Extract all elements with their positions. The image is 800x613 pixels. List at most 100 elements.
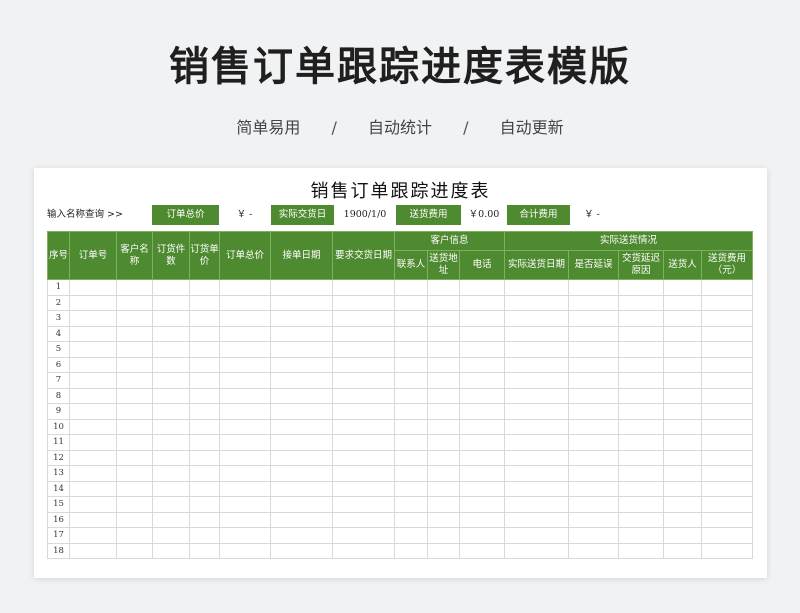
table-cell[interactable]	[504, 527, 569, 544]
table-cell[interactable]	[618, 387, 664, 404]
table-cell[interactable]	[332, 341, 395, 358]
table-cell[interactable]	[701, 294, 753, 311]
table-cell[interactable]	[270, 527, 333, 544]
table-cell[interactable]	[427, 542, 460, 559]
table-cell[interactable]	[618, 542, 664, 559]
table-cell[interactable]	[394, 527, 428, 544]
table-cell[interactable]	[332, 418, 395, 435]
table-cell[interactable]	[701, 279, 753, 296]
table-cell[interactable]	[189, 294, 220, 311]
table-cell[interactable]	[152, 449, 190, 466]
table-cell[interactable]	[189, 527, 220, 544]
table-cell[interactable]	[568, 527, 619, 544]
table-cell[interactable]	[332, 542, 395, 559]
table-cell[interactable]	[663, 542, 702, 559]
table-cell[interactable]	[394, 418, 428, 435]
table-cell[interactable]	[189, 449, 220, 466]
table-cell[interactable]	[394, 279, 428, 296]
table-cell[interactable]	[152, 341, 190, 358]
table-cell[interactable]	[394, 310, 428, 327]
table-cell[interactable]	[568, 325, 619, 342]
table-cell[interactable]	[663, 279, 702, 296]
table-cell[interactable]	[219, 527, 271, 544]
table-cell[interactable]	[459, 465, 505, 482]
table-cell[interactable]	[152, 511, 190, 528]
table-cell[interactable]	[459, 403, 505, 420]
table-cell[interactable]	[663, 387, 702, 404]
table-cell[interactable]	[504, 418, 569, 435]
table-cell[interactable]	[504, 325, 569, 342]
table-cell[interactable]	[116, 341, 153, 358]
table-cell[interactable]	[504, 372, 569, 389]
table-cell[interactable]	[618, 325, 664, 342]
table-cell[interactable]	[332, 403, 395, 420]
table-cell[interactable]	[427, 387, 460, 404]
table-cell[interactable]	[663, 449, 702, 466]
table-cell[interactable]	[663, 511, 702, 528]
table-cell[interactable]	[427, 310, 460, 327]
table-cell[interactable]	[270, 465, 333, 482]
table-cell[interactable]	[69, 387, 117, 404]
table-cell[interactable]	[69, 294, 117, 311]
table-cell[interactable]	[618, 310, 664, 327]
table-cell[interactable]	[152, 434, 190, 451]
actual-date-value[interactable]: 1900/1/0	[337, 205, 393, 225]
table-cell[interactable]	[116, 496, 153, 513]
table-cell[interactable]	[618, 279, 664, 296]
table-cell[interactable]	[69, 449, 117, 466]
table-cell[interactable]	[618, 465, 664, 482]
table-cell[interactable]	[116, 418, 153, 435]
table-cell[interactable]	[69, 341, 117, 358]
table-cell[interactable]	[116, 434, 153, 451]
table-cell[interactable]	[69, 434, 117, 451]
table-cell[interactable]	[219, 434, 271, 451]
table-cell[interactable]	[152, 418, 190, 435]
table-cell[interactable]	[701, 480, 753, 497]
table-cell[interactable]	[152, 372, 190, 389]
table-cell[interactable]	[504, 542, 569, 559]
table-cell[interactable]	[504, 403, 569, 420]
table-cell[interactable]	[459, 310, 505, 327]
table-cell[interactable]	[568, 449, 619, 466]
table-cell[interactable]	[427, 356, 460, 373]
table-cell[interactable]	[701, 434, 753, 451]
table-cell[interactable]	[270, 387, 333, 404]
table-cell[interactable]	[270, 325, 333, 342]
table-cell[interactable]	[189, 387, 220, 404]
table-cell[interactable]	[459, 542, 505, 559]
table-cell[interactable]	[219, 372, 271, 389]
table-cell[interactable]	[270, 372, 333, 389]
table-cell[interactable]	[568, 480, 619, 497]
table-cell[interactable]	[152, 527, 190, 544]
table-cell[interactable]	[568, 387, 619, 404]
table-cell[interactable]	[427, 418, 460, 435]
table-cell[interactable]	[618, 294, 664, 311]
table-cell[interactable]	[189, 542, 220, 559]
table-cell[interactable]	[427, 294, 460, 311]
table-cell[interactable]	[504, 511, 569, 528]
table-cell[interactable]	[394, 480, 428, 497]
table-cell[interactable]	[504, 480, 569, 497]
table-cell[interactable]	[219, 403, 271, 420]
table-cell[interactable]	[69, 527, 117, 544]
table-cell[interactable]	[568, 542, 619, 559]
table-cell[interactable]	[332, 480, 395, 497]
table-cell[interactable]	[270, 434, 333, 451]
table-cell[interactable]	[189, 279, 220, 296]
table-cell[interactable]	[219, 341, 271, 358]
table-cell[interactable]	[219, 542, 271, 559]
table-cell[interactable]	[663, 372, 702, 389]
table-cell[interactable]	[663, 527, 702, 544]
table-cell[interactable]	[69, 310, 117, 327]
table-cell[interactable]	[701, 310, 753, 327]
table-cell[interactable]	[69, 496, 117, 513]
table-cell[interactable]	[394, 325, 428, 342]
table-cell[interactable]	[394, 449, 428, 466]
table-cell[interactable]	[701, 356, 753, 373]
table-cell[interactable]	[701, 465, 753, 482]
table-cell[interactable]	[270, 511, 333, 528]
table-cell[interactable]	[427, 403, 460, 420]
order-total-value[interactable]: ￥ -	[222, 205, 267, 225]
table-cell[interactable]	[568, 279, 619, 296]
table-cell[interactable]	[427, 527, 460, 544]
